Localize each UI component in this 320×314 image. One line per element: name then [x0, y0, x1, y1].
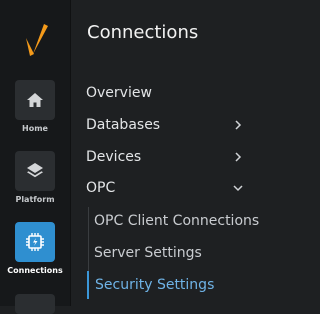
home-icon — [15, 80, 55, 120]
logo — [0, 14, 70, 66]
chevron-right-icon — [232, 151, 244, 163]
nav-subitem-server-settings[interactable]: Server Settings — [88, 239, 262, 267]
rail-item-platform[interactable]: Platform — [0, 151, 70, 204]
nav-item-label: Overview — [86, 85, 152, 101]
connections-panel: Connections Overview Databases Devices O… — [71, 0, 262, 306]
nav-item-label: Databases — [86, 117, 161, 133]
nav-item-devices[interactable]: Devices — [71, 143, 262, 171]
nav-subitem-label: OPC Client Connections — [94, 213, 260, 229]
nav-item-databases[interactable]: Databases — [71, 111, 262, 139]
nav-item-label: Devices — [86, 149, 142, 165]
rail-item-connections[interactable]: Connections — [0, 222, 70, 275]
connections-icon — [15, 222, 55, 262]
rail-item-next[interactable] — [15, 294, 55, 314]
rail-label-platform: Platform — [15, 195, 55, 204]
nav-item-opc[interactable]: OPC — [71, 174, 262, 202]
brand-logo-icon — [26, 24, 48, 56]
nav-subitem-label: Server Settings — [94, 245, 202, 261]
nav-item-label: OPC — [86, 180, 116, 196]
rail-item-home[interactable]: Home — [0, 80, 70, 133]
layers-icon — [15, 151, 55, 191]
page-title: Connections — [87, 22, 199, 43]
chevron-right-icon — [232, 119, 244, 131]
nav-subitem-security-settings[interactable]: Security Settings — [87, 271, 263, 299]
nav-rail: Home Platform Connections — [0, 0, 71, 314]
rail-label-connections: Connections — [7, 266, 63, 275]
nav-subitem-label: Security Settings — [95, 277, 215, 293]
nav-subitem-opc-client-connections[interactable]: OPC Client Connections — [88, 207, 262, 235]
chevron-down-icon — [232, 182, 244, 194]
nav-item-overview[interactable]: Overview — [71, 79, 262, 107]
rail-label-home: Home — [22, 124, 48, 133]
